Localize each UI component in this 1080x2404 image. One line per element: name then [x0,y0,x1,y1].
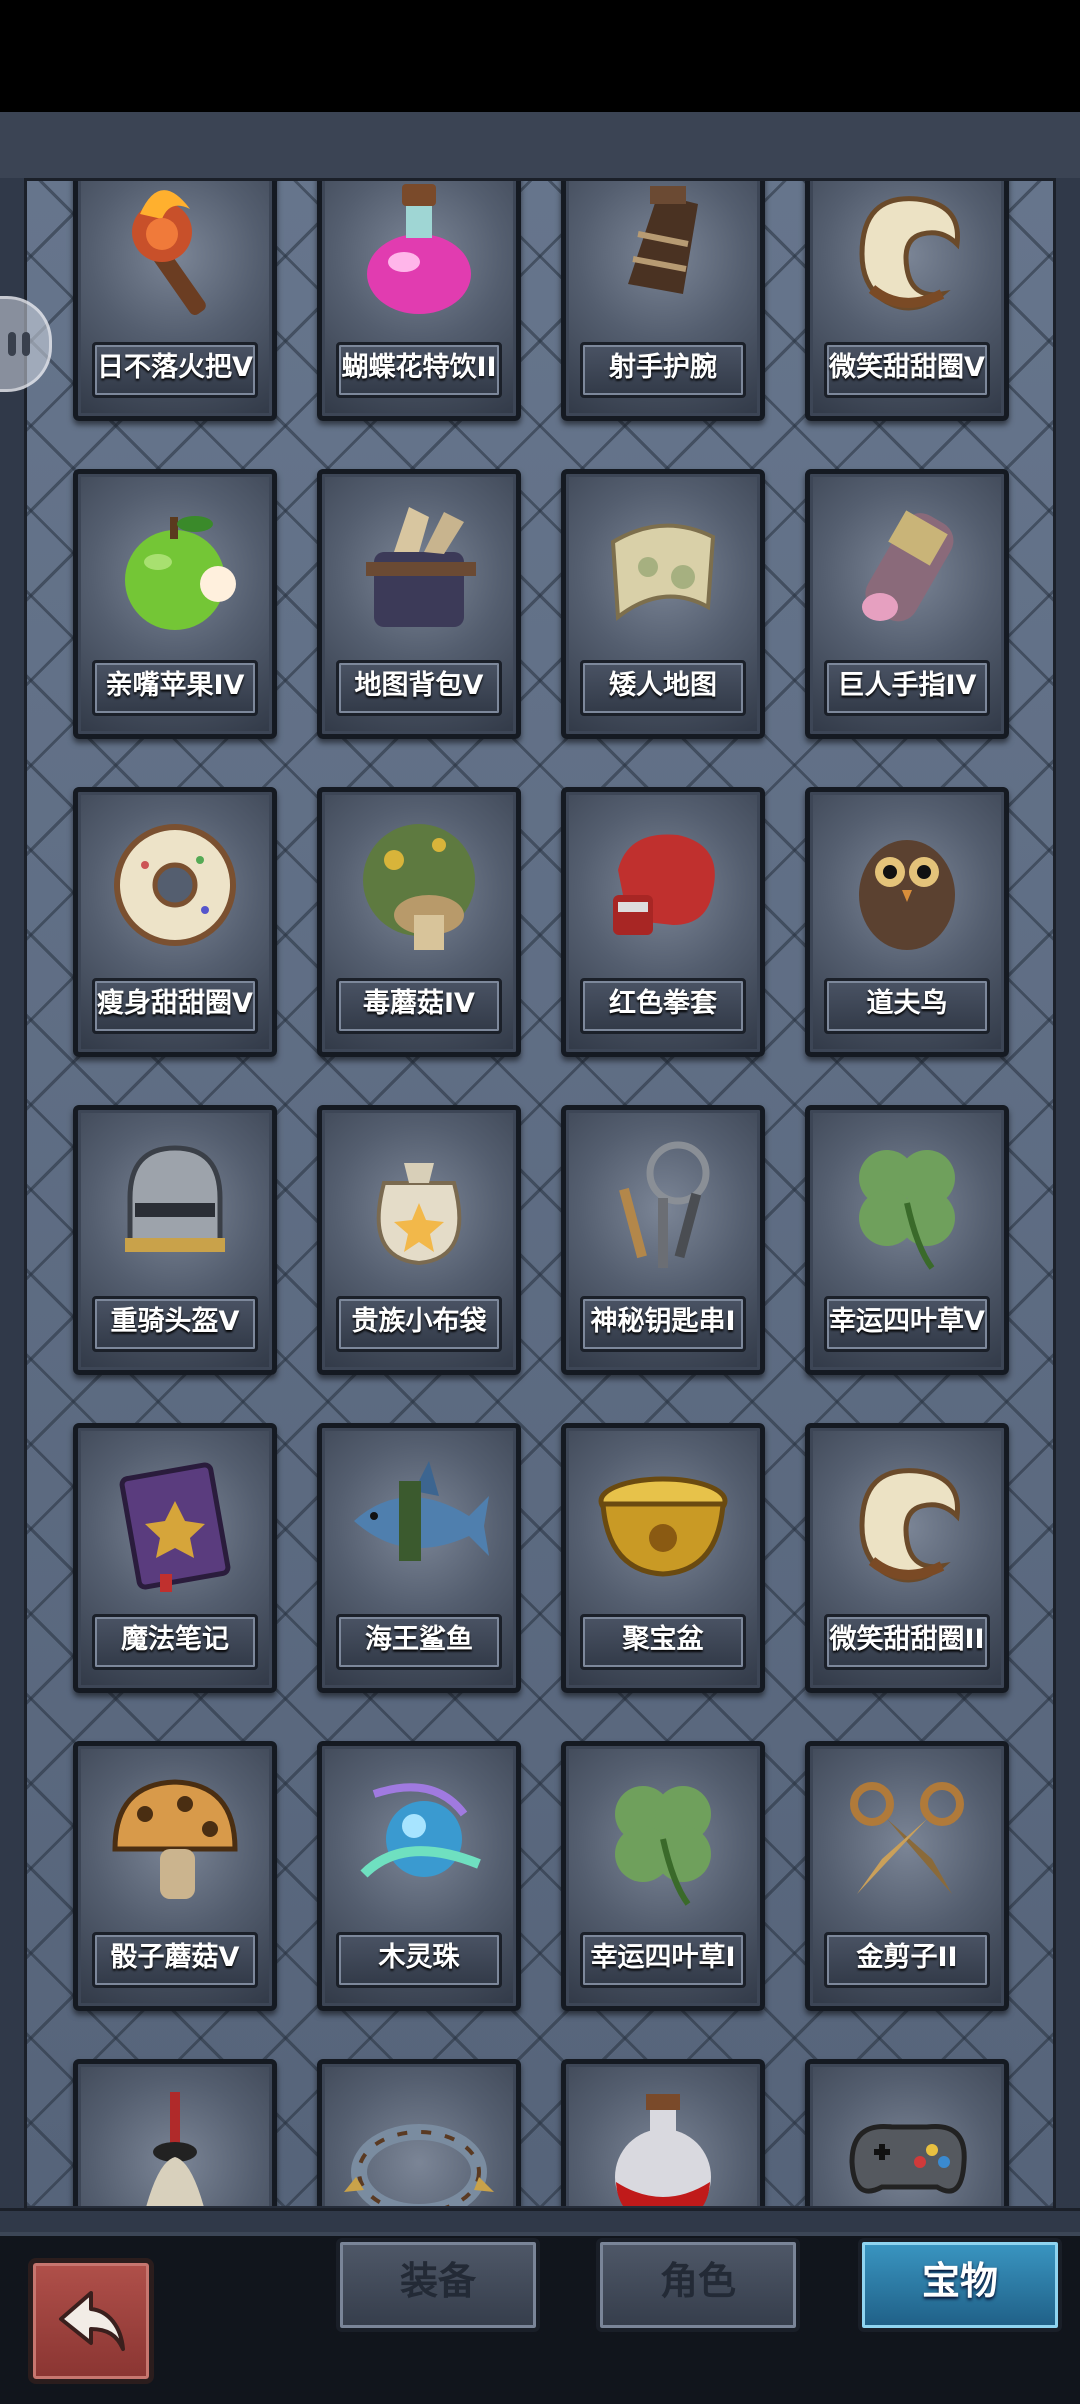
treasure-card[interactable]: 金剪子II [805,1741,1009,2011]
treasure-name-label: 重骑头盔V [92,1296,258,1352]
torch-icon [100,181,250,324]
frame-bottom-border [0,2208,1080,2235]
treasure-card[interactable]: 毒蘑菇IV [317,787,521,1057]
clover-icon [832,1128,982,1278]
treasure-card[interactable]: 骰子蘑菇V [73,1741,277,2011]
treasure-card[interactable]: 幸运四叶草V [805,1105,1009,1375]
treasure-name-label: 微笑甜甜圈V [824,342,990,398]
treasure-card[interactable]: 微笑甜甜圈II [805,1423,1009,1693]
treasure-card[interactable]: 蝴蝶花特饮II [317,181,521,421]
poison-mushroom-icon [344,810,494,960]
pause-bar [8,332,16,356]
map-bag-icon [344,492,494,642]
treasure-name-label: 海王鲨鱼 [336,1614,502,1670]
spellbook-icon [100,1446,250,1596]
treasure-card[interactable]: 日不落火把V [73,181,277,421]
treasure-card[interactable]: 瘦身甜甜圈V [73,787,277,1057]
treasure-card[interactable]: 亲嘴苹果IV [73,469,277,739]
apple-icon [100,492,250,642]
shark-icon [344,1446,494,1596]
treasure-name-label: 瘦身甜甜圈V [92,978,258,1034]
owl-icon [832,810,982,960]
treasure-name-label: 矮人地图 [580,660,746,716]
treasure-card[interactable]: 射手护腕 [561,181,765,421]
status-bar [0,0,1080,112]
clover-icon [588,1764,738,1914]
treasure-name-label: 亲嘴苹果IV [92,660,258,716]
donut-icon [100,810,250,960]
treasure-name-label: 幸运四叶草V [824,1296,990,1352]
tab-treasure[interactable]: 宝物 [858,2238,1062,2332]
tab-equipment[interactable]: 装备 [336,2238,540,2332]
treasure-name-label: 聚宝盆 [580,1614,746,1670]
boxing-glove-icon [588,810,738,960]
scissors-icon [832,1764,982,1914]
treasure-bowl-icon [588,1446,738,1596]
treasure-grid-viewport[interactable]: 日不落火把V 蝴蝶花特饮II 射手护腕 微笑甜甜圈V 亲嘴苹果IV 地图背包V 矮人地图 巨人… [27,181,1053,2206]
potion-icon [344,181,494,324]
back-button[interactable] [28,2258,154,2384]
frame-top-border [0,112,1080,182]
treasure-card[interactable] [561,2059,765,2206]
treasure-card[interactable]: 微笑甜甜圈V [805,181,1009,421]
spirit-orb-icon [344,1764,494,1914]
treasure-name-label: 木灵珠 [336,1932,502,1988]
red-potion-icon [588,2082,738,2206]
treasure-card[interactable]: 木灵珠 [317,1741,521,2011]
treasure-card[interactable] [73,2059,277,2206]
tab-character[interactable]: 角色 [596,2238,800,2332]
treasure-name-label: 幸运四叶草I [580,1932,746,1988]
treasure-card[interactable]: 贵族小布袋 [317,1105,521,1375]
giant-finger-icon [832,492,982,642]
treasure-name-label: 日不落火把V [92,342,258,398]
treasure-card[interactable]: 神秘钥匙串I [561,1105,765,1375]
spiked-band-icon [344,2082,494,2206]
treasure-name-label: 微笑甜甜圈II [824,1614,990,1670]
treasure-name-label: 金剪子II [824,1932,990,1988]
treasure-card[interactable] [317,2059,521,2206]
treasure-card[interactable]: 幸运四叶草I [561,1741,765,2011]
croissant-donut-icon [832,181,982,324]
treasure-name-label: 神秘钥匙串I [580,1296,746,1352]
treasure-name-label: 巨人手指IV [824,660,990,716]
back-arrow-icon [59,2291,125,2351]
pause-bar [22,332,30,356]
treasure-name-label: 毒蘑菇IV [336,978,502,1034]
treasure-name-label: 射手护腕 [580,342,746,398]
keys-icon [588,1128,738,1278]
frame-left-border [0,178,27,2208]
pouch-icon [344,1128,494,1278]
treasure-card[interactable]: 巨人手指IV [805,469,1009,739]
croissant-donut-icon [832,1446,982,1596]
gamepad-icon [832,2082,982,2206]
helmet-icon [100,1128,250,1278]
treasure-card[interactable]: 地图背包V [317,469,521,739]
treasure-name-label: 魔法笔记 [92,1614,258,1670]
treasure-name-label: 蝴蝶花特饮II [336,342,502,398]
treasure-card[interactable]: 红色拳套 [561,787,765,1057]
treasure-card[interactable]: 道夫鸟 [805,787,1009,1057]
treasure-card[interactable]: 矮人地图 [561,469,765,739]
treasure-card[interactable]: 海王鲨鱼 [317,1423,521,1693]
treasure-name-label: 贵族小布袋 [336,1296,502,1352]
bracer-icon [588,181,738,324]
treasure-name-label: 红色拳套 [580,978,746,1034]
treasure-name-label: 骰子蘑菇V [92,1932,258,1988]
frame-right-border [1053,178,1080,2208]
treasure-grid: 日不落火把V 蝴蝶花特饮II 射手护腕 微笑甜甜圈V 亲嘴苹果IV 地图背包V 矮人地图 巨人… [73,181,1009,2206]
treasure-card[interactable]: 魔法笔记 [73,1423,277,1693]
dice-mushroom-icon [100,1764,250,1914]
treasure-card[interactable] [805,2059,1009,2206]
scroll-map-icon [588,492,738,642]
treasure-card[interactable]: 重骑头盔V [73,1105,277,1375]
treasure-name-label: 地图背包V [336,660,502,716]
treasure-name-label: 道夫鸟 [824,978,990,1034]
treasure-card[interactable]: 聚宝盆 [561,1423,765,1693]
mop-icon [100,2082,250,2206]
